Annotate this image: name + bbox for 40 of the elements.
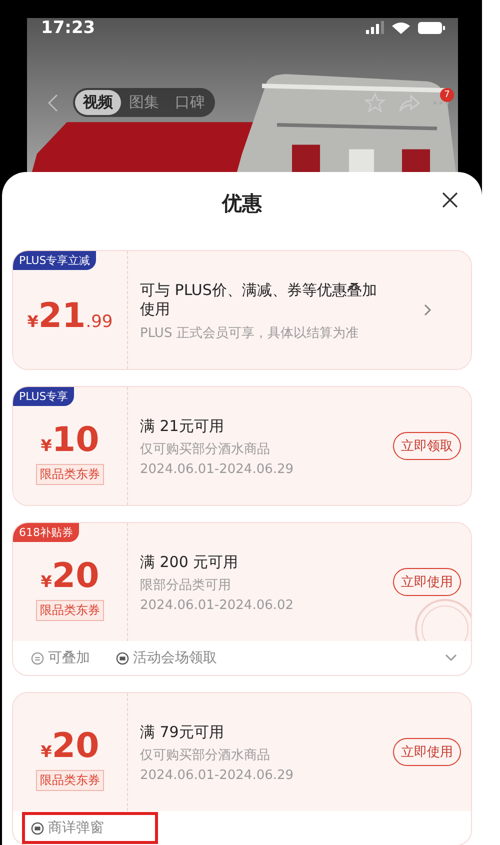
sheet-title: 优惠: [222, 190, 262, 216]
coupon-amount: ¥10: [40, 420, 100, 460]
coupon-type-label: 限品类东券: [36, 464, 104, 484]
coupon-condition: 仅可购买部分酒水商品: [140, 441, 271, 458]
media-tab[interactable]: 视频: [75, 90, 121, 115]
share-icon[interactable]: [398, 92, 420, 112]
close-icon[interactable]: [440, 190, 460, 210]
coupon-dates: 2024.06.01-2024.06.29: [140, 768, 295, 784]
coupon-condition: 限部分品类可用: [140, 577, 232, 594]
more-icon[interactable]: [432, 100, 450, 106]
coupon-amount: ¥20: [40, 726, 100, 766]
coupon-type-label: 限品类东券: [36, 770, 104, 790]
coupon-amount: ¥20: [40, 556, 100, 596]
coupon-tag: PLUS专享立减: [13, 251, 96, 270]
coupon-button[interactable]: 立即使用: [393, 738, 461, 766]
status-time: 17:23: [41, 18, 96, 38]
star-icon[interactable]: [364, 92, 386, 114]
chevron-down-icon[interactable]: [443, 652, 459, 664]
highlighted-source-label: 商详弹窗: [25, 815, 155, 841]
media-tab[interactable]: 口碑: [167, 90, 213, 115]
coupon-amount: ¥21.99: [27, 296, 113, 336]
coupon-type-label: 限品类东券: [36, 600, 104, 620]
coupon-title: 满 79元可用: [140, 722, 225, 742]
coupon-button[interactable]: 立即使用: [393, 568, 461, 596]
coupon-tag: PLUS专享: [13, 387, 74, 406]
coupon-tag: 618补贴券: [13, 523, 79, 542]
stack-icon: [31, 652, 44, 664]
ticket-icon: [31, 822, 44, 834]
coupon-title: 可与 PLUS价、满减、券等优惠叠加使用: [140, 280, 378, 320]
source-label: 可叠加: [25, 645, 96, 671]
coupon-title: 满 200 元可用: [140, 552, 240, 572]
coupon-dates: 2024.06.01-2024.06.29: [140, 462, 295, 478]
coupon-condition: 仅可购买部分酒水商品: [140, 747, 271, 764]
ticket-icon: [116, 652, 129, 664]
coupon-title: 满 21元可用: [140, 416, 225, 436]
coupon-button[interactable]: 立即领取: [393, 432, 461, 460]
source-label: 活动会场领取: [110, 645, 223, 671]
media-tab[interactable]: 图集: [121, 90, 167, 115]
coupon-dates: 2024.06.01-2024.06.02: [140, 598, 295, 614]
coupon-condition: PLUS 正式会员可享，具体以结算为准: [140, 324, 360, 342]
